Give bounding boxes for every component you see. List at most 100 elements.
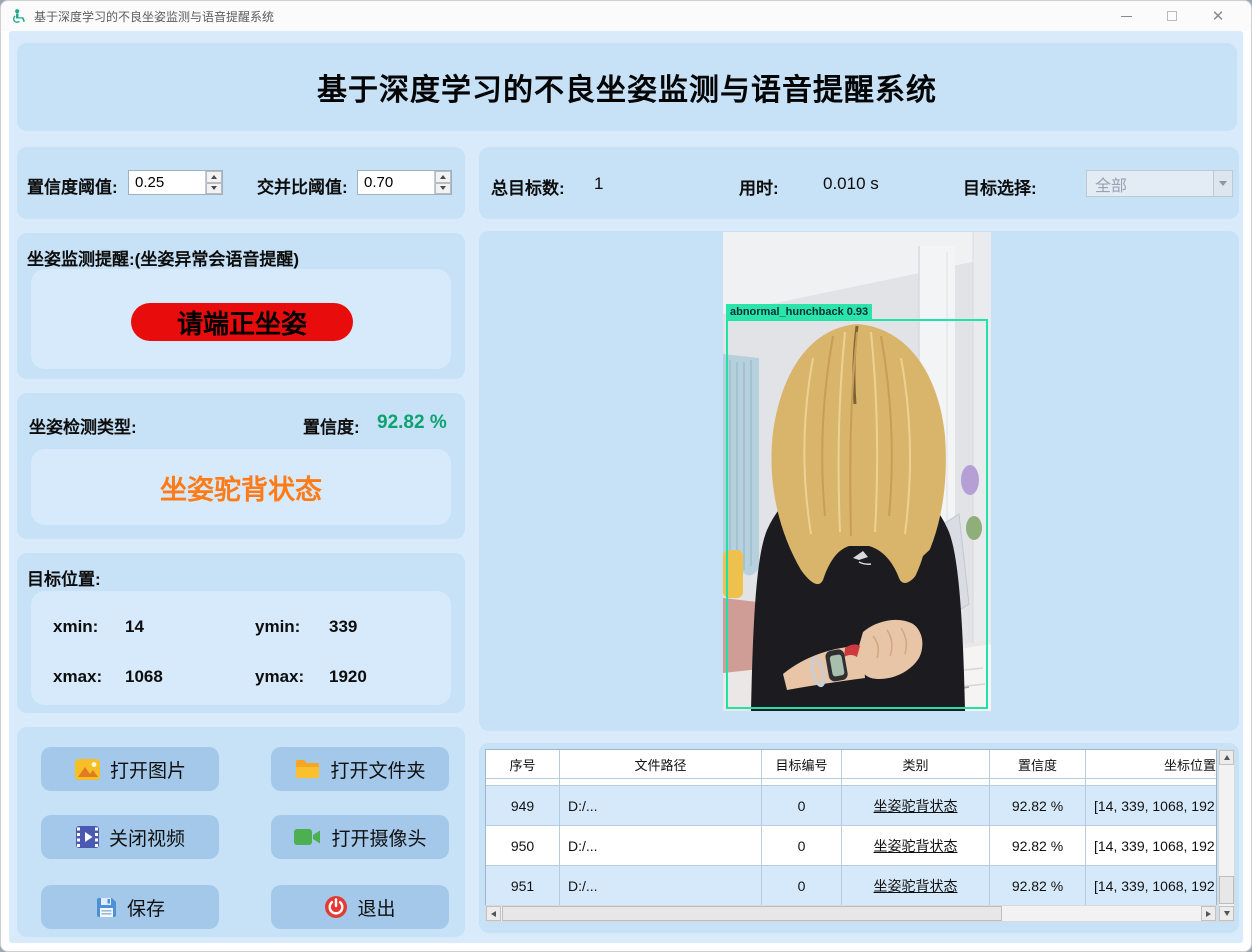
- header-file-path[interactable]: 文件路径: [560, 750, 762, 779]
- detection-photo: abnormal_hunchback 0.93: [723, 232, 991, 711]
- cell-coords: [14, 339, 1068, 192: [1086, 866, 1216, 906]
- cell-coords: [14, 339, 1068, 192: [1086, 826, 1216, 866]
- detection-type-panel: 坐姿检测类型: 置信度: 92.82 % 坐姿驼背状态: [17, 393, 465, 539]
- xmin-label: xmin:: [53, 617, 99, 636]
- vertical-scroll-thumb[interactable]: [1219, 876, 1234, 904]
- reminder-panel: 坐姿监测提醒:(坐姿异常会语音提醒) 请端正坐姿: [17, 233, 465, 379]
- app-icon: [11, 8, 27, 24]
- posture-alert-badge: 请端正坐姿: [131, 303, 353, 341]
- button-label: 打开摄像头: [331, 828, 427, 850]
- target-position-panel: 目标位置: xmin: 14 ymin: 339 xmax: 1068 ymax…: [17, 553, 465, 713]
- power-icon: [325, 896, 348, 918]
- save-button[interactable]: 保存: [41, 885, 219, 929]
- dropdown-button[interactable]: [1213, 171, 1232, 196]
- detection-bounding-box: [726, 319, 988, 709]
- chevron-down-icon: [1219, 181, 1227, 186]
- exit-button[interactable]: 退出: [271, 885, 449, 929]
- cell-confidence: 92.82 %: [990, 826, 1086, 866]
- iou-threshold-label: 交并比阈值:: [257, 178, 348, 197]
- confidence-threshold-input[interactable]: [129, 171, 205, 194]
- button-label: 保存: [126, 898, 165, 920]
- button-label: 退出: [357, 898, 396, 920]
- detection-label: abnormal_hunchback 0.93: [726, 304, 873, 320]
- folder-icon: [296, 760, 320, 778]
- horizontal-scroll-thumb[interactable]: [502, 906, 1002, 921]
- table-header-row: 序号 文件路径 目标编号 类别 置信度 坐标位置: [486, 750, 1216, 779]
- maximize-button[interactable]: [1149, 1, 1195, 31]
- header-coords[interactable]: 坐标位置: [1086, 750, 1216, 779]
- page-title: 基于深度学习的不良坐姿监测与语音提醒系统: [317, 74, 937, 107]
- confidence-threshold-spinner[interactable]: [128, 170, 223, 195]
- triangle-right-icon: [1206, 910, 1211, 917]
- cell-confidence: 92.82 %: [990, 866, 1086, 906]
- header-category[interactable]: 类别: [842, 750, 990, 779]
- cell-category: 坐姿驼背状态: [842, 826, 990, 866]
- scroll-up-button[interactable]: [1219, 750, 1234, 765]
- target-select-dropdown[interactable]: 全部: [1086, 170, 1233, 197]
- header-index[interactable]: 序号: [486, 750, 560, 779]
- titlebar: 基于深度学习的不良坐姿监测与语音提醒系统 ✕: [1, 1, 1251, 31]
- results-table-panel: 序号 文件路径 目标编号 类别 置信度 坐标位置 949 D:/... 0 坐姿…: [479, 743, 1239, 933]
- target-select-label: 目标选择:: [963, 179, 1037, 198]
- button-label: 打开文件夹: [330, 760, 426, 782]
- chevron-up-icon: [440, 174, 446, 179]
- scroll-down-button[interactable]: [1219, 906, 1234, 921]
- target-select-value: 全部: [1095, 177, 1128, 195]
- elapsed-time-value: 0.010 s: [823, 174, 879, 193]
- header-target-id[interactable]: 目标编号: [762, 750, 842, 779]
- maximize-icon: [1167, 11, 1177, 21]
- cell-index: 949: [486, 786, 560, 826]
- window-controls: ✕: [1103, 1, 1241, 31]
- open-camera-button[interactable]: 打开摄像头: [271, 815, 449, 859]
- stats-panel: 总目标数: 1 用时: 0.010 s 目标选择: 全部: [479, 147, 1239, 219]
- table-row[interactable]: 949 D:/... 0 坐姿驼背状态 92.82 % [14, 339, 10…: [486, 786, 1216, 826]
- triangle-down-icon: [1223, 911, 1230, 916]
- horizontal-scrollbar[interactable]: [485, 905, 1217, 922]
- close-button[interactable]: ✕: [1195, 1, 1241, 31]
- video-file-icon: [75, 826, 99, 848]
- close-video-button[interactable]: 关闭视频: [41, 815, 219, 859]
- confidence-label: 置信度:: [303, 418, 360, 437]
- spin-down-button[interactable]: [435, 182, 451, 194]
- cell-category: 坐姿驼背状态: [842, 786, 990, 826]
- header-panel: 基于深度学习的不良坐姿监测与语音提醒系统: [17, 43, 1237, 131]
- open-image-button[interactable]: 打开图片: [41, 747, 219, 791]
- close-icon: ✕: [1211, 7, 1225, 25]
- cell-target-id: 0: [762, 786, 842, 826]
- elapsed-time-label: 用时:: [739, 179, 779, 198]
- button-label: 关闭视频: [108, 828, 185, 850]
- table-row[interactable]: 950 D:/... 0 坐姿驼背状态 92.82 % [14, 339, 10…: [486, 826, 1216, 866]
- target-position-label: 目标位置:: [27, 570, 101, 589]
- vertical-scrollbar[interactable]: [1218, 749, 1235, 922]
- image-viewer-panel: abnormal_hunchback 0.93: [479, 231, 1239, 731]
- spin-down-button[interactable]: [206, 182, 222, 194]
- header-confidence[interactable]: 置信度: [990, 750, 1086, 779]
- scroll-left-button[interactable]: [486, 906, 501, 921]
- iou-threshold-input[interactable]: [358, 171, 434, 194]
- spin-up-button[interactable]: [435, 171, 451, 183]
- main-content: 基于深度学习的不良坐姿监测与语音提醒系统 置信度阈值: 交并比阈值:: [9, 31, 1243, 943]
- ymax-label: ymax:: [255, 667, 305, 686]
- posture-state-text: 坐姿驼背状态: [31, 449, 451, 525]
- spin-up-button[interactable]: [206, 171, 222, 183]
- confidence-value: 92.82 %: [377, 412, 447, 433]
- chevron-up-icon: [211, 174, 217, 179]
- iou-threshold-spinner[interactable]: [357, 170, 452, 195]
- ymax-value: 1920: [329, 667, 367, 686]
- button-label: 打开图片: [109, 760, 186, 782]
- detection-type-label: 坐姿检测类型:: [29, 418, 137, 437]
- open-folder-button[interactable]: 打开文件夹: [271, 747, 449, 791]
- cell-path: D:/...: [560, 866, 762, 906]
- minimize-button[interactable]: [1103, 1, 1149, 31]
- actions-panel: 打开图片 打开文件夹 关闭视频 打开摄像头 保存 退出: [17, 727, 465, 937]
- table-row[interactable]: 951 D:/... 0 坐姿驼背状态 92.82 % [14, 339, 10…: [486, 866, 1216, 906]
- spinner-buttons: [205, 171, 222, 194]
- cell-target-id: 0: [762, 826, 842, 866]
- triangle-left-icon: [491, 910, 496, 917]
- cell-path: D:/...: [560, 786, 762, 826]
- triangle-up-icon: [1223, 755, 1230, 760]
- cell-index: 950: [486, 826, 560, 866]
- camera-icon: [294, 829, 321, 845]
- window-title: 基于深度学习的不良坐姿监测与语音提醒系统: [34, 9, 275, 24]
- scroll-right-button[interactable]: [1201, 906, 1216, 921]
